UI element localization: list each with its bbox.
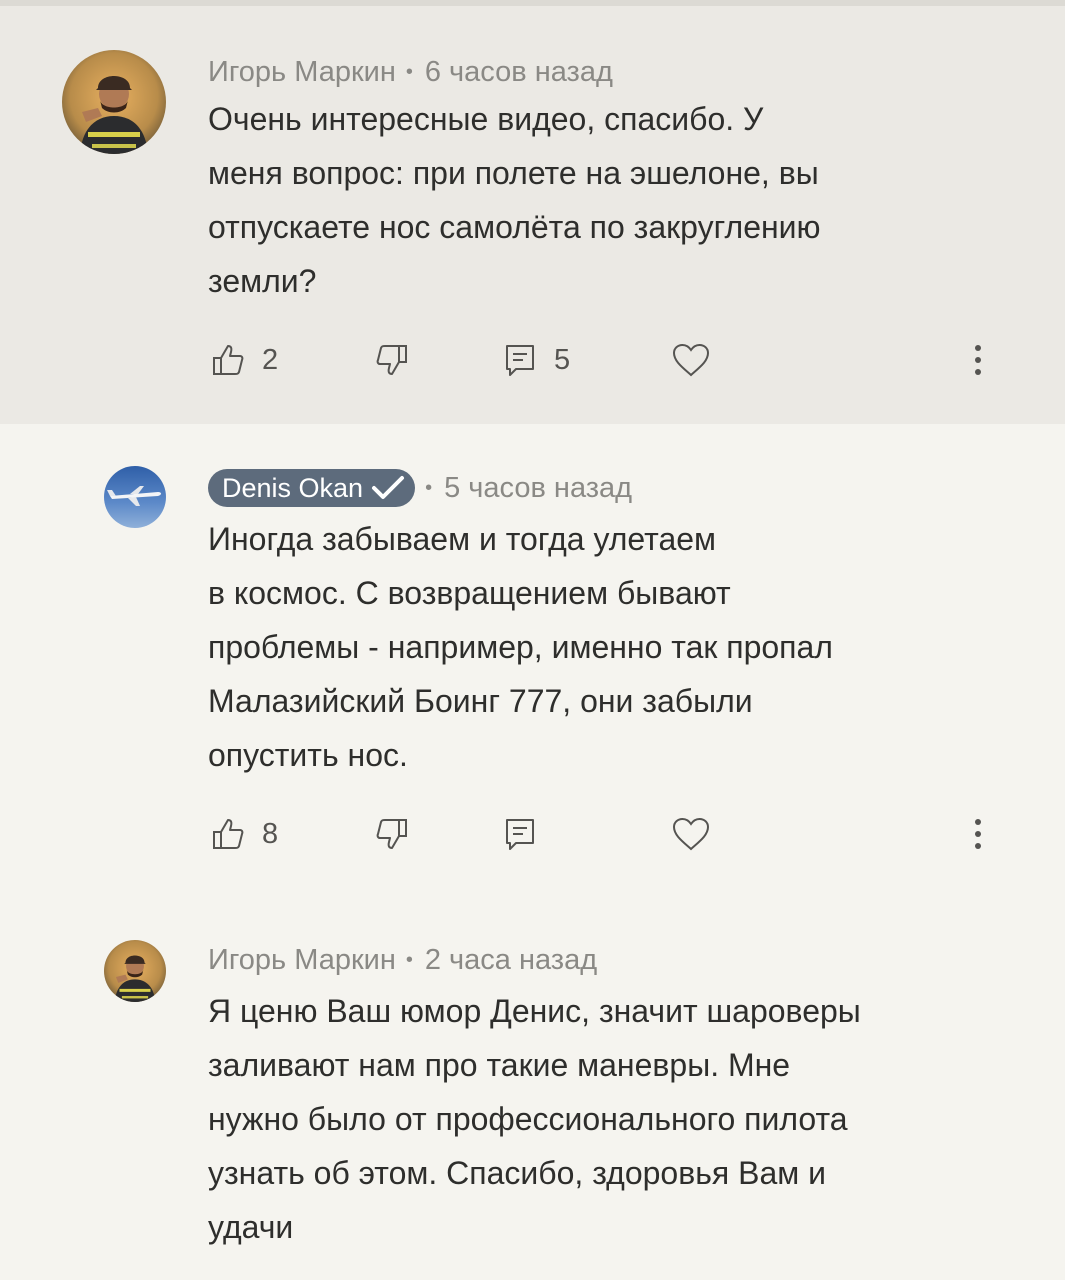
thumbs-up-icon xyxy=(213,819,244,849)
comment-line: Очень интересные видео, спасибо. У xyxy=(208,101,764,137)
author-badge[interactable]: Denis Okan xyxy=(208,469,416,507)
comment-text: Очень интересные видео, спасибо. У меня … xyxy=(208,92,988,308)
avatar[interactable] xyxy=(104,940,166,1002)
comment: Игорь Маркин • 6 часов назад Очень интер… xyxy=(0,6,1065,424)
heart-button[interactable] xyxy=(672,809,710,859)
comment: Denis Okan • 5 часов назад Иногда забыва… xyxy=(0,424,1065,904)
comment-line: в космос. С возвращением бывают xyxy=(208,575,731,611)
like-button[interactable]: 8 xyxy=(212,809,278,859)
airplane-avatar-icon xyxy=(104,466,166,528)
heart-icon xyxy=(672,817,710,851)
thumbs-down-icon xyxy=(376,819,407,849)
more-options-button[interactable] xyxy=(972,809,984,859)
comment-icon xyxy=(506,819,534,850)
heart-button[interactable] xyxy=(672,335,710,385)
comment-text: Я ценю Ваш юмор Денис, значит шароверы з… xyxy=(208,984,988,1254)
comment-line: земли? xyxy=(208,263,317,299)
comment-icon xyxy=(506,345,534,376)
firefighter-avatar-icon xyxy=(62,50,166,154)
dislike-button[interactable] xyxy=(376,809,408,859)
reply-count: 5 xyxy=(554,343,571,376)
avatar[interactable] xyxy=(104,466,166,528)
comment-meta: Игорь Маркин • 6 часов назад xyxy=(208,50,613,94)
comment: Игорь Маркин • 2 часа назад Я ценю Ваш ю… xyxy=(0,904,1065,1280)
like-count: 2 xyxy=(262,343,279,376)
author-name[interactable]: Игорь Маркин xyxy=(208,56,396,89)
comment-meta: Denis Okan • 5 часов назад xyxy=(208,466,632,510)
comment-line: удачи xyxy=(208,1209,294,1245)
like-button[interactable]: 2 xyxy=(212,335,278,385)
thumbs-down-icon xyxy=(376,345,407,375)
author-name: Denis Okan xyxy=(222,472,364,503)
comment-line: опустить нос. xyxy=(208,737,408,773)
comment-line: заливают нам про такие маневры. Мне xyxy=(208,1047,791,1083)
comment-line: проблемы - например, именно так пропал xyxy=(208,629,833,665)
reply-button[interactable]: 5 xyxy=(504,335,570,385)
comment-actions: 2 5 xyxy=(208,335,1008,385)
thumbs-up-icon xyxy=(213,345,244,375)
reply-button[interactable] xyxy=(504,809,536,859)
timestamp: 2 часа назад xyxy=(424,943,598,976)
firefighter-avatar-icon xyxy=(104,940,166,1002)
separator-dot: • xyxy=(405,60,413,83)
comment-line: нужно было от профессионального пилота xyxy=(208,1101,848,1137)
more-options-button[interactable] xyxy=(972,335,984,385)
comment-line: отпускаете нос самолёта по закруглению xyxy=(208,209,821,245)
avatar[interactable] xyxy=(62,50,166,154)
like-count: 8 xyxy=(262,817,279,850)
comment-text: Иногда забываем и тогда улетаем в космос… xyxy=(208,512,988,782)
dislike-button[interactable] xyxy=(376,335,408,385)
more-vertical-icon xyxy=(975,819,981,849)
timestamp: 6 часов назад xyxy=(424,55,613,88)
timestamp: 5 часов назад xyxy=(444,471,633,504)
author-name[interactable]: Игорь Маркин xyxy=(208,944,396,977)
more-vertical-icon xyxy=(975,345,981,375)
comment-line: Малазийский Боинг 777, они забыли xyxy=(208,683,753,719)
comment-line: меня вопрос: при полете на эшелоне, вы xyxy=(208,155,819,191)
heart-icon xyxy=(672,343,710,377)
separator-dot: • xyxy=(425,476,433,499)
comment-meta: Игорь Маркин • 2 часа назад xyxy=(208,938,597,982)
comment-line: Иногда забываем и тогда улетаем xyxy=(208,521,717,557)
comment-actions: 8 xyxy=(208,809,1008,859)
comment-line: узнать об этом. Спасибо, здоровья Вам и xyxy=(208,1155,827,1191)
separator-dot: • xyxy=(405,948,413,971)
comment-line: Я ценю Ваш юмор Денис, значит шароверы xyxy=(208,993,861,1029)
verified-check-icon xyxy=(372,476,405,499)
